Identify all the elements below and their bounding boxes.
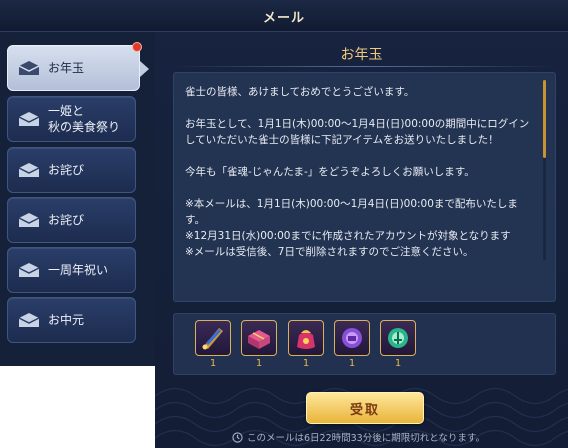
mail-paragraph: ※本メールは、1月1日(木)00:00～1月4日(日)00:00まで配布いたしま… [185,198,518,258]
attachment-qty: 1 [348,358,356,369]
receive-button[interactable]: 受取 [306,392,424,424]
mail-item-label: 一姫と 秋の美食祭り [48,104,121,134]
envelope-icon [18,263,40,277]
clock-icon [232,431,243,443]
mail-body: 雀士の皆様、あけましておめでとうございます。 お年玉として、1月1日(木)00:… [185,84,537,260]
mail-paragraph: お年玉として、1月1日(木)00:00～1月4日(日)00:00の期間中にログイ… [185,118,530,146]
scrollbar-thumb[interactable] [543,80,546,158]
blank-area [0,366,155,448]
mail-title: お年玉 [340,47,383,63]
envelope-icon [18,61,40,75]
envelope-icon [18,112,40,126]
attachment-qty: 1 [394,358,402,369]
title-divider [172,66,556,67]
mail-paragraph: 今年も「雀魂-じゃんたま-」をどうぞよろしくお願いします。 [185,166,475,178]
mail-item-ochugen[interactable]: お中元 [7,297,136,343]
mail-item-anniversary[interactable]: 一周年祝い [7,247,136,293]
unread-badge [132,42,142,52]
mail-item-label: お詫び [48,163,85,177]
envelope-icon [18,213,40,227]
mail-item-label: お詫び [48,213,85,227]
attachment-item[interactable] [195,320,231,356]
window-title: メール [262,11,305,26]
expiry-text: このメールは6日22時間33分後に期限切れとなります。 [247,433,485,444]
attachment-item[interactable] [241,320,277,356]
purple-orb-item-icon [342,328,362,348]
attachment-qty: 1 [209,358,217,369]
attachment-qty: 1 [255,358,263,369]
title-bar: メール [0,0,568,32]
mail-item-autumn-festival[interactable]: 一姫と 秋の美食祭り [7,96,136,142]
attachment-item[interactable] [334,320,370,356]
attachment-item[interactable] [288,320,324,356]
mail-item-label: お中元 [48,313,85,327]
mail-paragraph: 雀士の皆様、あけましておめでとうございます。 [185,86,415,98]
gift-box-item-icon [248,330,270,349]
lucky-bag-item-icon [297,330,315,349]
mail-item-label: 一周年祝い [48,263,109,277]
expiry-notice: このメールは6日22時間33分後に期限切れとなります。 [232,430,532,444]
mail-scrollbar[interactable] [543,80,546,260]
attachment-qty: 1 [302,358,310,369]
scroll-item-icon [202,328,223,350]
mail-item-label: お年玉 [48,61,85,75]
envelope-icon [18,313,40,327]
attachment-item[interactable] [380,320,416,356]
mail-item-otoshidama[interactable]: お年玉 [7,42,149,91]
envelope-icon [18,163,40,177]
mail-item-apology-1[interactable]: お詫び [7,147,136,193]
mail-item-apology-2[interactable]: お詫び [7,197,136,243]
green-orb-item-icon [388,328,408,348]
